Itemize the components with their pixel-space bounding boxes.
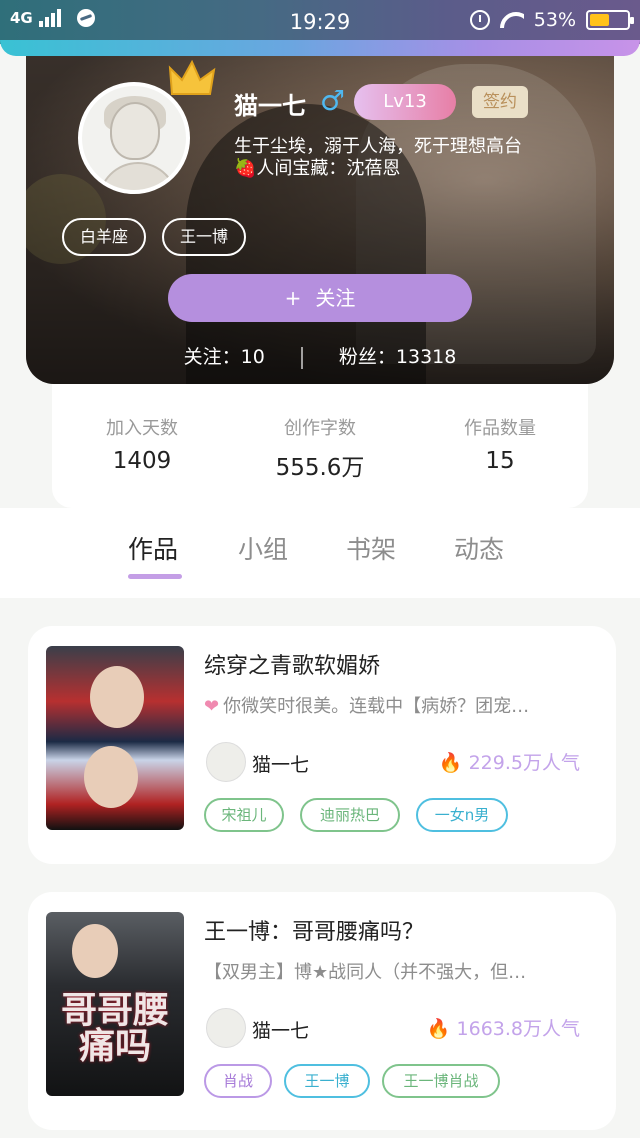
book-description: ❤ 你微笑时很美。连载中【病娇？团宠…: [204, 696, 530, 717]
alarm-icon: [469, 10, 490, 30]
work-card[interactable]: 哥哥腰痛吗 王一博：哥哥腰痛吗？ 【双男主】博★战同人（并不强大，但… 猫一七 …: [28, 892, 616, 1130]
stat-label: 作品数量: [464, 418, 536, 439]
bio-line: 🍓人间宝藏：沈蓓恩: [234, 158, 401, 179]
battery-icon: [586, 10, 634, 30]
profile-bio: 生于尘埃，溺于人海，死于理想高台 🍓人间宝藏：沈蓓恩: [234, 136, 522, 180]
author-avatar[interactable]: [206, 1008, 246, 1048]
wifi-icon: [500, 12, 524, 28]
male-gender-icon: ♂: [320, 84, 346, 117]
profile-tag-zodiac[interactable]: 白羊座: [62, 218, 146, 256]
tab-bar: 作品 小组 书架 动态: [0, 508, 640, 598]
profile-tag-idol[interactable]: 王一博: [162, 218, 246, 256]
battery-percent: 53%: [533, 9, 576, 31]
fans-count[interactable]: 粉丝：13318: [339, 346, 456, 368]
crown-icon: [168, 60, 216, 95]
cover-title-art: 哥哥腰痛吗: [60, 989, 169, 1067]
stat-word-count: 创作字数 555.6万: [230, 414, 410, 482]
tab-works[interactable]: 作品: [128, 530, 178, 566]
signed-author-badge: 签约: [472, 86, 528, 118]
book-tag[interactable]: 王一博: [284, 1064, 370, 1098]
stat-value: 15: [485, 448, 515, 474]
book-cover[interactable]: [46, 646, 184, 830]
active-tab-indicator: [128, 574, 182, 579]
book-description: 【双男主】博★战同人（并不强大，但…: [204, 962, 527, 983]
book-tag[interactable]: 肖战: [204, 1064, 272, 1098]
book-cover[interactable]: 哥哥腰痛吗: [46, 912, 184, 1096]
follow-button-label: 关注: [315, 286, 356, 310]
book-tag[interactable]: 迪丽热巴: [300, 798, 400, 832]
popularity: 🔥 229.5万人气: [438, 752, 580, 774]
divider: [300, 346, 303, 369]
header-accent-bar: [0, 40, 640, 56]
plus-icon: +: [284, 286, 302, 310]
book-title[interactable]: 王一博：哥哥腰痛吗？: [204, 914, 424, 946]
status-bar: 4G 19:29 53%: [0, 0, 640, 56]
profile-header: 猫一七 ♂ Lv13 签约 生于尘埃，溺于人海，死于理想高台 🍓人间宝藏：沈蓓恩…: [26, 44, 614, 384]
author-avatar[interactable]: [206, 742, 246, 782]
follow-button[interactable]: + 关注: [168, 274, 472, 322]
following-count[interactable]: 关注：10: [184, 346, 265, 368]
book-title[interactable]: 综穿之青歌软媚娇: [204, 648, 380, 680]
tab-activity[interactable]: 动态: [454, 530, 504, 566]
level-badge[interactable]: Lv13: [354, 84, 456, 120]
stats-card: 加入天数 1409 创作字数 555.6万 作品数量 15: [52, 384, 588, 508]
fire-icon: 🔥: [426, 1018, 451, 1040]
fire-icon: 🔥: [438, 752, 463, 774]
work-card[interactable]: 综穿之青歌软媚娇 ❤ 你微笑时很美。连载中【病娇？团宠… 猫一七 🔥 229.5万人…: [28, 626, 616, 864]
tab-bookshelf[interactable]: 书架: [346, 530, 396, 566]
book-tag[interactable]: 王一博肖战: [382, 1064, 500, 1098]
stat-label: 创作字数: [284, 418, 356, 439]
book-tag[interactable]: 一女n男: [416, 798, 508, 832]
book-tag[interactable]: 宋祖儿: [204, 798, 284, 832]
stat-works-count: 作品数量 15: [410, 414, 590, 474]
bio-line: 生于尘埃，溺于人海，死于理想高台: [234, 136, 522, 157]
stat-join-days: 加入天数 1409: [52, 414, 232, 474]
author-name[interactable]: 猫一七: [252, 750, 309, 777]
stat-label: 加入天数: [106, 418, 178, 439]
stat-value: 1409: [112, 448, 172, 474]
author-name[interactable]: 猫一七: [252, 1016, 309, 1043]
heart-icon: ❤: [204, 696, 220, 717]
username: 猫一七: [234, 92, 306, 120]
popularity: 🔥 1663.8万人气: [426, 1018, 580, 1040]
tab-groups[interactable]: 小组: [238, 530, 288, 566]
follow-stats: 关注：10 粉丝：13318: [26, 342, 614, 369]
stat-value: 555.6万: [275, 455, 365, 481]
